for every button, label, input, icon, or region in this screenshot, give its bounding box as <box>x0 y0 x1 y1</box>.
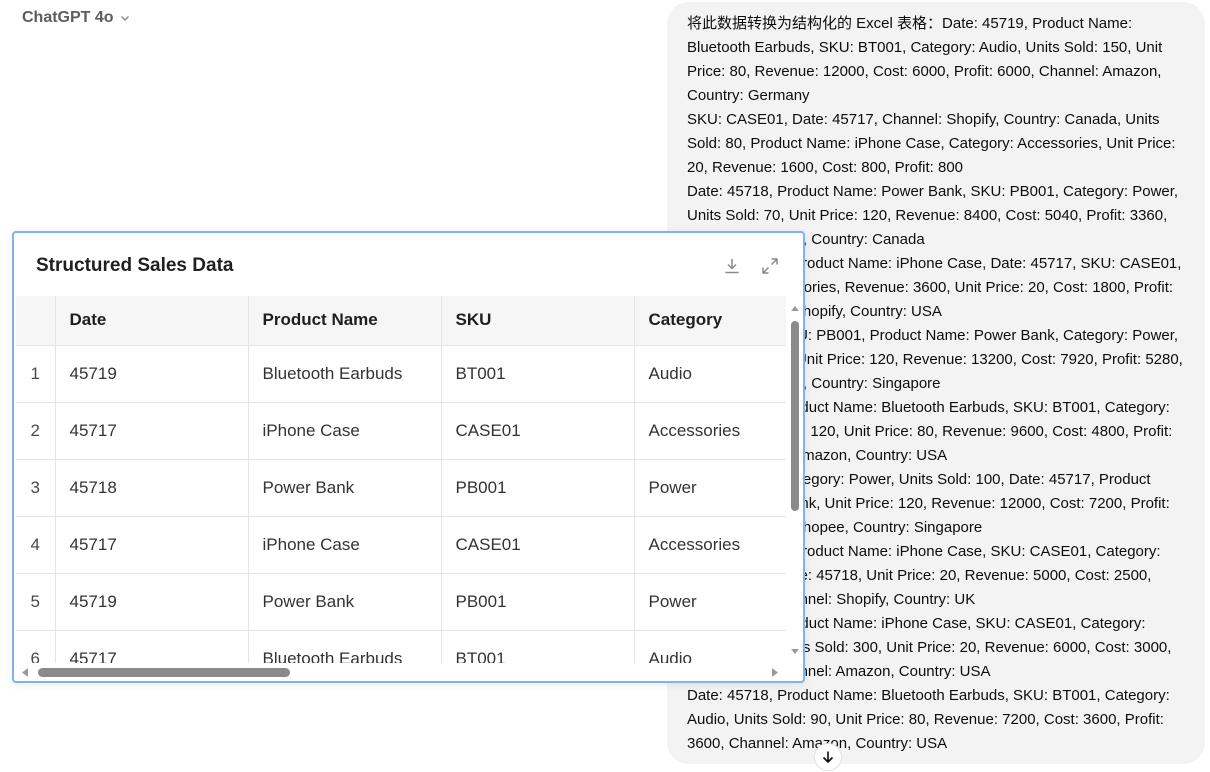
expand-button[interactable] <box>757 253 783 279</box>
vertical-scroll-thumb[interactable] <box>791 321 799 511</box>
table-cell[interactable]: iPhone Case <box>248 402 442 460</box>
table-cell[interactable]: 45717 <box>55 402 249 460</box>
row-index: 1 <box>16 345 56 403</box>
table-cell[interactable]: Accessories <box>634 402 786 460</box>
table-cell[interactable]: 45719 <box>55 345 249 403</box>
table-cell[interactable]: 45717 <box>55 630 249 663</box>
model-selector[interactable]: ChatGPT 4o <box>22 8 130 28</box>
column-header[interactable]: Product Name <box>248 296 442 346</box>
table-cell[interactable]: 45719 <box>55 573 249 631</box>
table-panel: Structured Sales Data Date Product Name … <box>12 231 805 683</box>
table-cell[interactable]: BT001 <box>441 345 635 403</box>
arrow-down-icon <box>822 751 834 764</box>
table-cell[interactable]: Audio <box>634 630 786 663</box>
column-header[interactable]: Date <box>55 296 249 346</box>
table-row: 4 45717 iPhone Case CASE01 Accessories <box>16 516 786 574</box>
row-index: 2 <box>16 402 56 460</box>
table-header-row: Date Product Name SKU Category <box>16 296 786 346</box>
table-cell[interactable]: CASE01 <box>441 516 635 574</box>
index-header <box>16 296 56 346</box>
table-cell[interactable]: Bluetooth Earbuds <box>248 630 442 663</box>
download-button[interactable] <box>719 253 745 279</box>
row-index: 4 <box>16 516 56 574</box>
scroll-down-button[interactable] <box>814 743 842 771</box>
table-cell[interactable]: Accessories <box>634 516 786 574</box>
table-row: 6 45717 Bluetooth Earbuds BT001 Audio <box>16 630 786 663</box>
table-cell[interactable]: Bluetooth Earbuds <box>248 345 442 403</box>
table-cell[interactable]: Power <box>634 573 786 631</box>
table-cell[interactable]: Power <box>634 459 786 517</box>
vertical-scrollbar[interactable] <box>788 299 802 661</box>
horizontal-scroll-thumb[interactable] <box>38 668 290 677</box>
download-icon <box>725 259 739 274</box>
table-cell[interactable]: PB001 <box>441 573 635 631</box>
table-cell[interactable]: 45717 <box>55 516 249 574</box>
table-cell[interactable]: Power Bank <box>248 573 442 631</box>
panel-title: Structured Sales Data <box>36 255 234 276</box>
column-header[interactable]: Category <box>634 296 786 346</box>
data-table-viewport: Date Product Name SKU Category 1 45719 B… <box>16 296 786 663</box>
row-index: 6 <box>16 630 56 663</box>
data-table: Date Product Name SKU Category 1 45719 B… <box>16 296 786 663</box>
column-header[interactable]: SKU <box>441 296 635 346</box>
table-row: 3 45718 Power Bank PB001 Power <box>16 459 786 517</box>
table-cell[interactable]: 45718 <box>55 459 249 517</box>
table-cell[interactable]: CASE01 <box>441 402 635 460</box>
expand-icon <box>762 258 778 274</box>
table-row: 1 45719 Bluetooth Earbuds BT001 Audio <box>16 345 786 403</box>
row-index: 3 <box>16 459 56 517</box>
horizontal-scrollbar[interactable] <box>16 663 786 681</box>
table-cell[interactable]: Audio <box>634 345 786 403</box>
table-cell[interactable]: Power Bank <box>248 459 442 517</box>
table-cell[interactable]: iPhone Case <box>248 516 442 574</box>
table-row: 2 45717 iPhone Case CASE01 Accessories <box>16 402 786 460</box>
row-index: 5 <box>16 573 56 631</box>
table-row: 5 45719 Power Bank PB001 Power <box>16 573 786 631</box>
table-cell[interactable]: BT001 <box>441 630 635 663</box>
chevron-down-icon <box>120 16 129 21</box>
table-cell[interactable]: PB001 <box>441 459 635 517</box>
model-name: ChatGPT 4o <box>22 9 114 26</box>
